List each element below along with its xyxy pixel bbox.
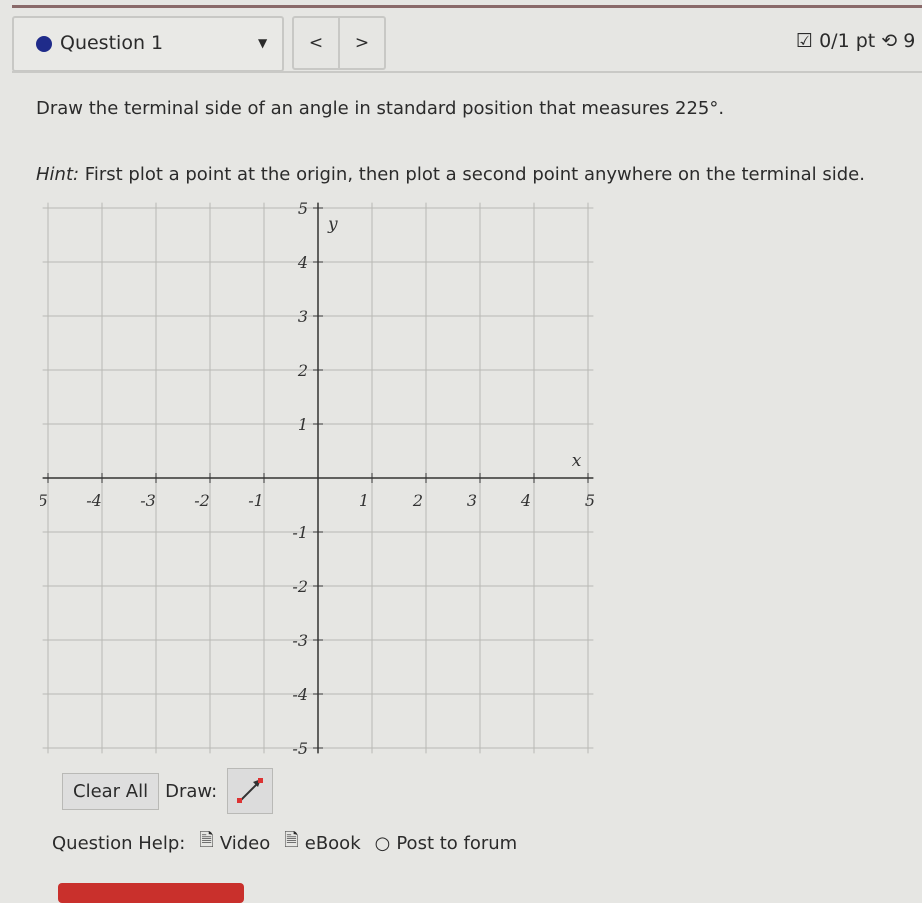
question-nav: < >: [292, 16, 386, 70]
next-question-button[interactable]: >: [340, 18, 384, 68]
retries-count: 9: [903, 30, 916, 52]
question-label: Question 1: [60, 32, 164, 54]
y-tick-label: -5: [292, 739, 308, 755]
document-icon: 🗎: [284, 830, 299, 851]
x-tick-label: 2: [412, 491, 423, 510]
x-tick-label: 5: [585, 491, 595, 510]
question-help: Question Help: 🗎 Video 🗎 eBook ○ Post to fo…: [52, 828, 517, 858]
draw-label: Draw:: [165, 780, 218, 802]
y-tick-label: -3: [292, 631, 308, 650]
clear-all-button[interactable]: Clear All: [62, 772, 160, 810]
y-tick-label: 5: [298, 200, 308, 218]
line-segment-tool-button[interactable]: [227, 768, 274, 814]
hint-label: Hint:: [36, 164, 80, 185]
hint: Hint: First plot a point at the origin, …: [36, 164, 865, 185]
score: ☑ 0/1 pt ⟲ 9: [796, 30, 915, 52]
x-tick-label: -5: [40, 491, 48, 510]
hint-text: First plot a point at the origin, then p…: [79, 164, 865, 185]
prev-question-button[interactable]: <: [294, 18, 340, 68]
video-link[interactable]: 🗎 Video: [199, 828, 270, 858]
chat-bubble-icon: ○: [374, 832, 391, 854]
retry-icon: ⟲: [881, 30, 898, 52]
video-label: Video: [219, 832, 271, 854]
forum-link[interactable]: ○ Post to forum: [375, 833, 518, 854]
x-axis-label: x: [572, 451, 582, 471]
ebook-link[interactable]: 🗎 eBook: [284, 828, 360, 858]
line-segment-icon: [237, 778, 264, 803]
x-tick-label: 4: [520, 491, 531, 510]
y-axis-label: y: [327, 215, 338, 235]
checkbox-icon: ☑: [796, 30, 814, 52]
divider: [12, 71, 922, 73]
y-tick-label: -4: [292, 685, 308, 704]
x-tick-label: -4: [86, 491, 102, 510]
y-tick-label: 1: [298, 415, 308, 434]
submit-button[interactable]: [58, 883, 244, 903]
x-tick-label: -2: [194, 491, 210, 510]
document-icon: 🗎: [199, 830, 214, 851]
status-dot-icon: [36, 36, 52, 52]
toolbar: Clear All Draw:: [62, 768, 274, 814]
question-prompt: Draw the terminal side of an angle in st…: [36, 98, 725, 119]
question-selector[interactable]: Question 1 ▼: [12, 16, 284, 72]
y-tick-label: -1: [292, 523, 308, 542]
ebook-label: eBook: [304, 832, 361, 854]
x-tick-label: -1: [248, 491, 264, 510]
x-tick-label: -3: [140, 491, 156, 510]
x-tick-label: 1: [359, 491, 369, 510]
score-value: 0/1 pt: [819, 30, 876, 52]
y-tick-label: 2: [297, 361, 308, 380]
coordinate-grid[interactable]: -5 -4 -3 -2 -1 1 2 3 4 5 5 4 3 2 1 -1 -2 -3 -4 -5 x y: [40, 200, 600, 755]
dropdown-caret-icon[interactable]: ▼: [258, 36, 267, 50]
y-tick-label: -2: [292, 577, 308, 596]
forum-label: Post to forum: [396, 832, 518, 854]
top-border: [12, 5, 922, 8]
help-label: Question Help:: [52, 832, 186, 854]
x-tick-label: 3: [467, 491, 477, 510]
y-tick-label: 3: [298, 307, 308, 326]
y-tick-label: 4: [297, 253, 308, 272]
